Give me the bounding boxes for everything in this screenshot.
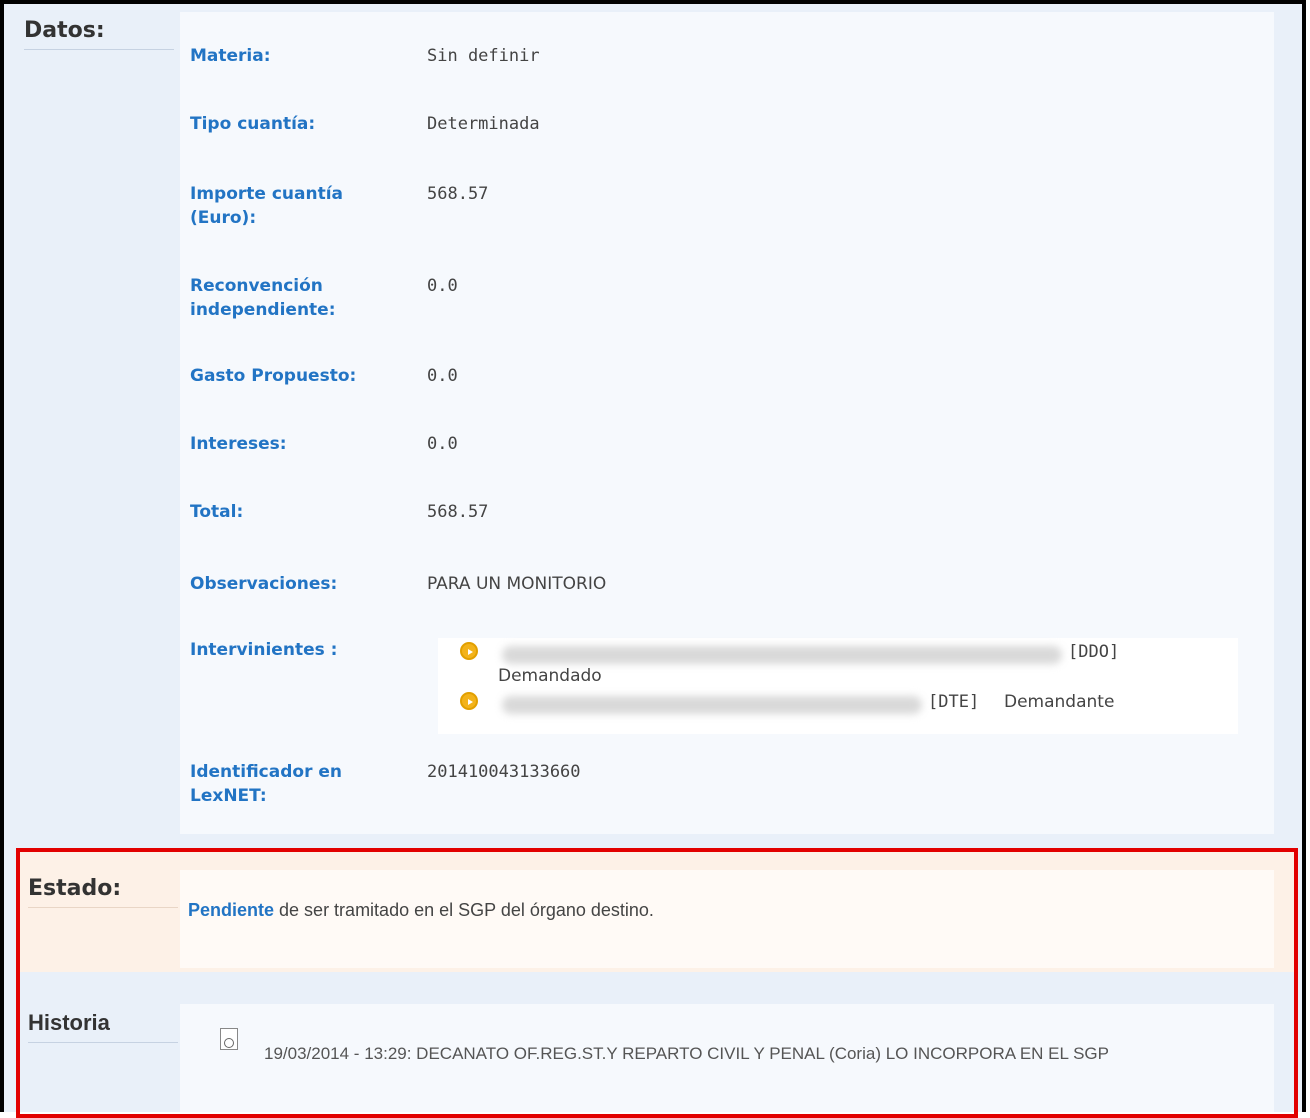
highlight-box <box>16 848 1298 1118</box>
field-value: 568.57 <box>427 502 489 522</box>
role-code: [DDO] <box>1068 642 1120 662</box>
redacted-name <box>502 646 1062 664</box>
field-label: Observaciones: <box>190 574 338 594</box>
role-name: Demandado <box>498 666 602 686</box>
field-label: Gasto Propuesto: <box>190 366 357 386</box>
field-value: Determinada <box>427 114 540 134</box>
field-label: Importe cuantía (Euro): <box>190 184 344 228</box>
role-code: [DTE] <box>928 692 980 712</box>
role-name: Demandante <box>1004 692 1115 712</box>
intervinientes-list: [DDO] Demandado [DTE] Demandante <box>438 638 1238 734</box>
field-label: Total: <box>190 502 244 522</box>
redacted-name <box>502 696 922 714</box>
field-row-intervinientes: Intervinientes : [DDO] Demandado [DTE] D… <box>190 638 1250 734</box>
field-label: Intervinientes : <box>190 640 338 660</box>
field-value: 0.0 <box>427 276 458 296</box>
field-label: Identificador en LexNET: <box>190 762 343 806</box>
field-value: Sin definir <box>427 46 540 66</box>
field-label: Materia: <box>190 46 271 66</box>
field-value: 0.0 <box>427 366 458 386</box>
field-label: Intereses: <box>190 434 287 454</box>
bullet-icon <box>460 692 478 710</box>
field-value: PARA UN MONITORIO <box>427 574 607 594</box>
datos-panel: Materia: Sin definir Tipo cuantía: Deter… <box>180 12 1274 834</box>
field-label: Reconvención independiente: <box>190 276 336 320</box>
field-value: 0.0 <box>427 434 458 454</box>
field-value: 568.57 <box>427 184 489 204</box>
datos-section-title: Datos: <box>24 18 174 50</box>
field-value: 201410043133660 <box>427 762 581 782</box>
bullet-icon <box>460 642 478 660</box>
field-label: Tipo cuantía: <box>190 114 316 134</box>
